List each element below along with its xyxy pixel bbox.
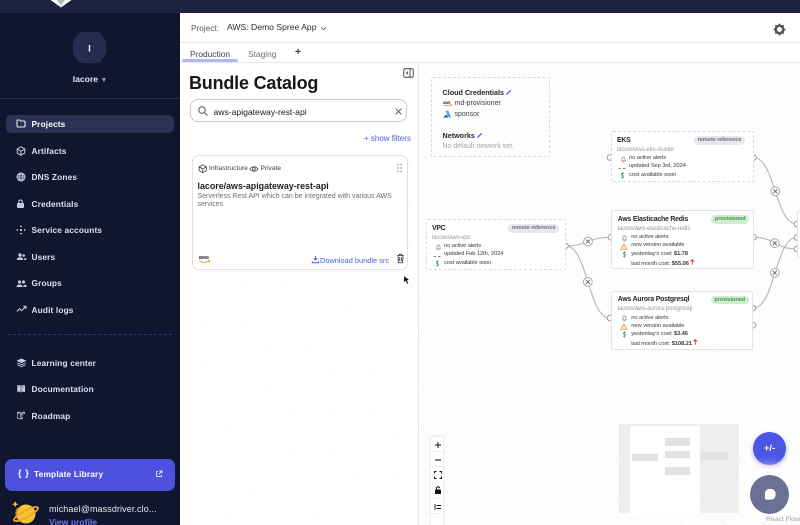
svg-text:aws: aws [198,254,208,260]
svg-text:I: I [88,44,91,54]
svg-text:aws: aws [443,100,451,105]
